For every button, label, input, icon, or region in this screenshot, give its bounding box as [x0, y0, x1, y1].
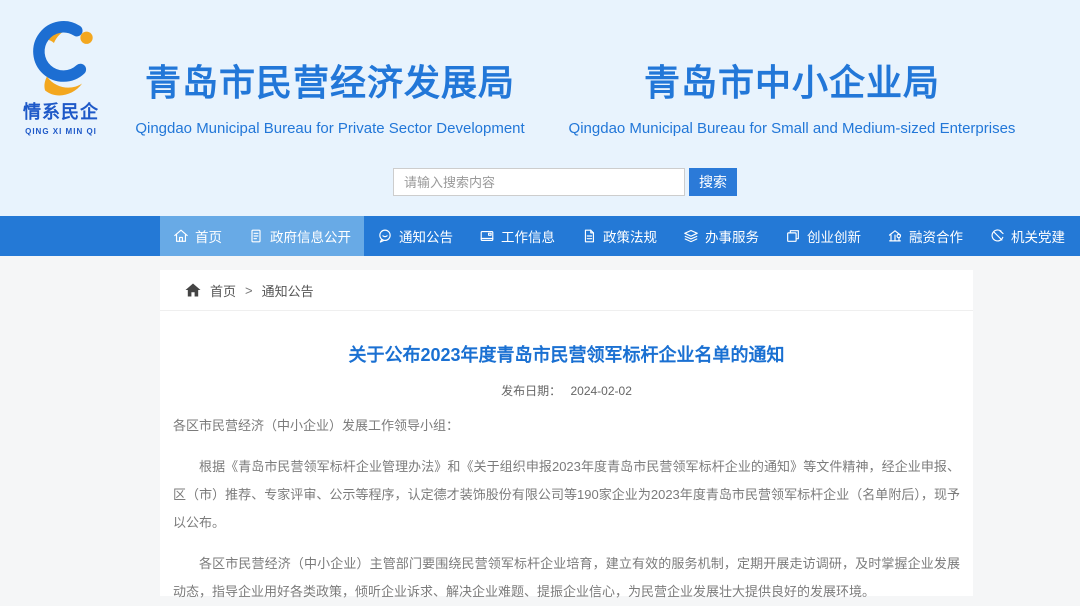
- breadcrumb-home-link[interactable]: 首页: [210, 281, 236, 300]
- bank-icon: [887, 228, 903, 244]
- article-paragraph-announcement: 根据《青岛市民营领军标杆企业管理办法》和《关于组织申报2023年度青岛市民营领军…: [173, 453, 960, 537]
- layers-icon: [683, 228, 699, 244]
- breadcrumb-current[interactable]: 通知公告: [262, 281, 314, 300]
- search-button[interactable]: 搜索: [689, 168, 737, 196]
- clipboard-icon: [248, 228, 264, 244]
- article-date-label: 发布日期：: [501, 384, 561, 398]
- bureau-left-title: 青岛市民营经济发展局: [130, 54, 530, 106]
- content-card: 首页 > 通知公告 关于公布2023年度青岛市民营领军标杆企业名单的通知 发布日…: [160, 270, 973, 596]
- nav-label: 融资合作: [909, 226, 963, 246]
- nav-item-policies[interactable]: 政策法规: [568, 216, 670, 256]
- policy-document-icon: [581, 228, 597, 244]
- breadcrumb-separator: >: [245, 283, 253, 298]
- bureau-right-title: 青岛市中小企业局: [548, 54, 1036, 106]
- bureau-right-subtitle: Qingdao Municipal Bureau for Small and M…: [548, 120, 1036, 137]
- bureau-sme: 青岛市中小企业局 Qingdao Municipal Bureau for Sm…: [548, 54, 1036, 137]
- main-nav-items: 首页 政府信息公开 通知公告 工作信息 政策法规: [160, 216, 1078, 256]
- copy-icon: [785, 228, 801, 244]
- nav-label: 政策法规: [603, 226, 657, 246]
- nav-label: 政府信息公开: [270, 226, 351, 246]
- article-paragraph-requirements: 各区市民营经济（中小企业）主管部门要围绕民营领军标杆企业培育，建立有效的服务机制…: [173, 550, 960, 606]
- nav-item-work-info[interactable]: 工作信息: [466, 216, 568, 256]
- article-paragraph-salutation: 各区市民营经济（中小企业）发展工作领导小组：: [173, 412, 960, 440]
- nav-label: 通知公告: [399, 226, 453, 246]
- home-icon: [173, 228, 189, 244]
- nav-label: 创业创新: [807, 226, 861, 246]
- party-emblem-icon: [989, 228, 1005, 244]
- nav-item-financing[interactable]: 融资合作: [874, 216, 976, 256]
- nav-item-innovation[interactable]: 创业创新: [772, 216, 874, 256]
- breadcrumb: 首页 > 通知公告: [160, 270, 973, 311]
- nav-item-gov-info[interactable]: 政府信息公开: [235, 216, 364, 256]
- nav-label: 工作信息: [501, 226, 555, 246]
- article-title: 关于公布2023年度青岛市民营领军标杆企业名单的通知: [173, 341, 960, 367]
- nav-item-notices[interactable]: 通知公告: [364, 216, 466, 256]
- bureau-left-subtitle: Qingdao Municipal Bureau for Private Sec…: [130, 120, 530, 137]
- logo-swirl-icon: [17, 18, 105, 98]
- nav-item-home[interactable]: 首页: [160, 216, 235, 256]
- nav-label: 首页: [195, 226, 222, 246]
- main-nav: 首页 政府信息公开 通知公告 工作信息 政策法规: [0, 216, 1080, 256]
- logo-text: 情系民企: [8, 98, 114, 124]
- browser-card-icon: [479, 228, 495, 244]
- nav-label: 机关党建: [1011, 226, 1065, 246]
- chat-bubble-icon: [377, 228, 393, 244]
- nav-label: 办事服务: [705, 226, 759, 246]
- article-date: 发布日期： 2024-02-02: [173, 382, 960, 399]
- logo-subtext: QING XI MIN QI: [8, 127, 114, 136]
- site-header: 情系民企 QING XI MIN QI 青岛市民营经济发展局 Qingdao M…: [0, 0, 1080, 216]
- nav-item-party[interactable]: 机关党建: [976, 216, 1078, 256]
- article: 关于公布2023年度青岛市民营领军标杆企业名单的通知 发布日期： 2024-02…: [160, 341, 973, 606]
- bureau-private-sector: 青岛市民营经济发展局 Qingdao Municipal Bureau for …: [130, 54, 530, 137]
- nav-item-services[interactable]: 办事服务: [670, 216, 772, 256]
- search-input[interactable]: [393, 168, 685, 196]
- article-date-value: 2024-02-02: [570, 384, 631, 398]
- breadcrumb-home-icon: [185, 283, 201, 297]
- site-logo: 情系民企 QING XI MIN QI: [8, 18, 114, 136]
